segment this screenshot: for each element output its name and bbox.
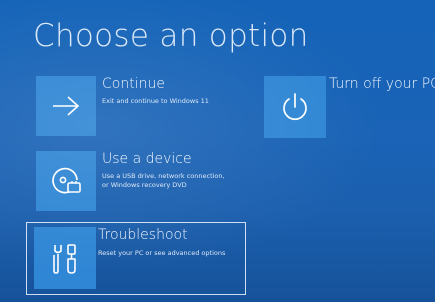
use-device-tile[interactable] — [36, 151, 96, 211]
continue-option[interactable]: Continue Exit and continue to Windows 11 — [36, 76, 236, 136]
use-device-description-line-2: or Windows recovery DVD — [102, 181, 187, 189]
page-title: Choose an option — [33, 18, 309, 54]
device-disc-icon — [52, 167, 81, 194]
use-device-description: Use a USB drive, network connection, or … — [102, 172, 225, 190]
troubleshoot-title: Troubleshoot — [98, 227, 188, 243]
turn-off-tile[interactable] — [264, 76, 326, 138]
continue-title: Continue — [102, 76, 165, 92]
continue-tile[interactable] — [36, 76, 96, 136]
troubleshoot-description: Reset your PC or see advanced options — [98, 249, 226, 257]
arrow-right-icon — [53, 96, 80, 116]
turn-off-title: Turn off your PC — [329, 76, 435, 92]
recovery-screen: Choose an option Continue Exit and conti… — [0, 0, 435, 302]
troubleshoot-tile[interactable] — [34, 227, 96, 289]
use-device-title: Use a device — [102, 151, 192, 167]
troubleshoot-option[interactable]: Troubleshoot Reset your PC or see advanc… — [26, 222, 246, 295]
use-device-description-line-1: Use a USB drive, network connection, — [102, 172, 225, 180]
power-icon — [283, 93, 307, 120]
turn-off-option[interactable]: Turn off your PC — [264, 76, 435, 138]
use-device-option[interactable]: Use a device Use a USB drive, network co… — [36, 151, 246, 211]
tools-icon — [53, 244, 76, 274]
continue-description: Exit and continue to Windows 11 — [102, 97, 209, 105]
